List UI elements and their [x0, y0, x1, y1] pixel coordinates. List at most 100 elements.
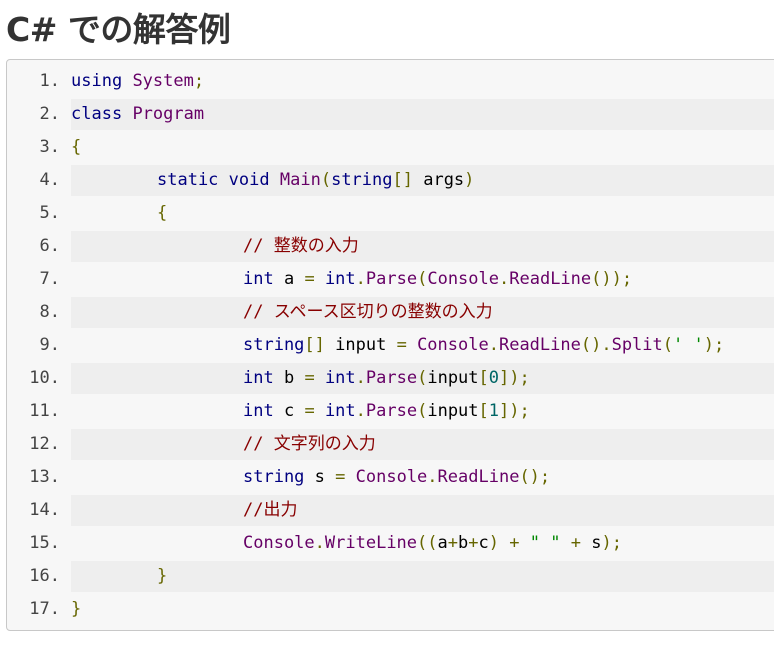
code-text: // スペース区切りの整数の入力 [243, 296, 493, 329]
code-token: ( [417, 269, 428, 289]
line-number: 3. [39, 137, 60, 157]
code-token: static [157, 170, 219, 190]
line-number: 2. [39, 104, 60, 124]
code-token: { [71, 137, 82, 157]
line-number: 12. [29, 434, 60, 454]
code-token: Program [132, 104, 205, 124]
code-text: { [71, 131, 81, 164]
code-token: . [355, 269, 366, 289]
code-token: ReadLine [498, 335, 581, 355]
code-token: ) [488, 533, 500, 553]
code-token: Console [417, 335, 489, 355]
line-number: 17. [29, 599, 60, 619]
code-text: // 文字列の入力 [243, 428, 376, 461]
code-token: = [304, 401, 315, 421]
code-token: ( [320, 170, 332, 190]
page-title: C# での解答例 [6, 10, 231, 49]
code-text: static void Main(string[] args) [157, 164, 474, 197]
code-token: . [355, 368, 366, 388]
line-number: 10. [29, 368, 60, 388]
line-number: 15. [29, 533, 60, 553]
code-token: " " [529, 533, 561, 553]
code-token: int [324, 269, 356, 289]
code-token: string [331, 170, 393, 190]
code-token: [ [478, 368, 489, 388]
code-text: int b = int.Parse(input[0]); [243, 362, 530, 395]
code-text: // 整数の入力 [243, 230, 359, 263]
code-token: . [355, 401, 366, 421]
code-line-background [71, 495, 774, 526]
code-line: 2. class Program [7, 98, 774, 131]
line-number: 16. [29, 566, 60, 586]
code-token: (); [519, 467, 551, 487]
code-line-list: 1. using System; 2. class Program 3. {4. stati… [7, 65, 774, 626]
code-line: 5. { [7, 197, 774, 230]
code-token: ) [464, 170, 475, 190]
code-token: } [71, 599, 82, 619]
code-token: [] [304, 335, 325, 355]
code-token: Console [355, 467, 428, 487]
code-token: Parse [365, 368, 418, 388]
code-token: = [335, 467, 346, 487]
code-token: int [243, 269, 274, 289]
code-token: int [324, 368, 356, 388]
code-token: [] [392, 170, 413, 190]
code-token: Main [279, 170, 321, 190]
code-token: string [243, 335, 305, 355]
code-text: int c = int.Parse(input[1]); [243, 395, 530, 428]
line-number: 7. [39, 269, 60, 289]
code-token: Parse [365, 401, 418, 421]
code-token: ); [601, 533, 622, 553]
code-token: Parse [365, 269, 418, 289]
code-line: 15. Console.WriteLine((a+b+c) + " " + s); [7, 527, 774, 560]
code-token: // 文字列の入力 [243, 434, 376, 454]
code-token: string [243, 467, 305, 487]
code-token: + [447, 533, 459, 553]
code-token: . [314, 533, 325, 553]
code-token: (). [580, 335, 612, 355]
code-token: int [324, 401, 356, 421]
code-token: ]); [499, 401, 530, 421]
code-token: . [499, 269, 510, 289]
code-line: 8. // スペース区切りの整数の入力 [7, 296, 774, 329]
code-line: 3. { [7, 131, 774, 164]
code-token: ( [417, 368, 428, 388]
code-line: 12. // 文字列の入力 [7, 428, 774, 461]
code-line: 9. string[] input = Console.ReadLine().Sp… [7, 329, 774, 362]
code-text: Console.WriteLine((a+b+c) + " " + s); [243, 527, 622, 560]
code-token: s [580, 533, 602, 553]
code-token: ( [662, 335, 674, 355]
code-line: 13. string s = Console.ReadLine(); [7, 461, 774, 494]
code-token: args [412, 170, 465, 190]
line-number: 5. [39, 203, 60, 223]
code-line-background [71, 198, 774, 229]
code-token: . [488, 335, 499, 355]
code-token: ()); [591, 269, 633, 289]
code-token: b [458, 533, 469, 553]
code-token: Split [611, 335, 663, 355]
code-line: 10. int b = int.Parse(input[0]); [7, 362, 774, 395]
code-block[interactable]: 1. using System; 2. class Program 3. {4. stati… [6, 59, 774, 631]
code-token: (( [417, 533, 438, 553]
code-token: { [157, 203, 168, 223]
code-text: string[] input = Console.ReadLine().Spli… [243, 329, 724, 362]
code-token: Console [427, 269, 499, 289]
code-text: using System; [71, 65, 204, 98]
code-token: int [243, 401, 274, 421]
code-token: ReadLine [437, 467, 520, 487]
code-line-background [71, 429, 774, 460]
code-token: = [396, 335, 407, 355]
code-token: ]); [499, 368, 530, 388]
code-line-background [71, 561, 774, 592]
code-token: c [478, 533, 489, 553]
line-number: 1. [39, 71, 60, 91]
code-token: } [157, 566, 168, 586]
